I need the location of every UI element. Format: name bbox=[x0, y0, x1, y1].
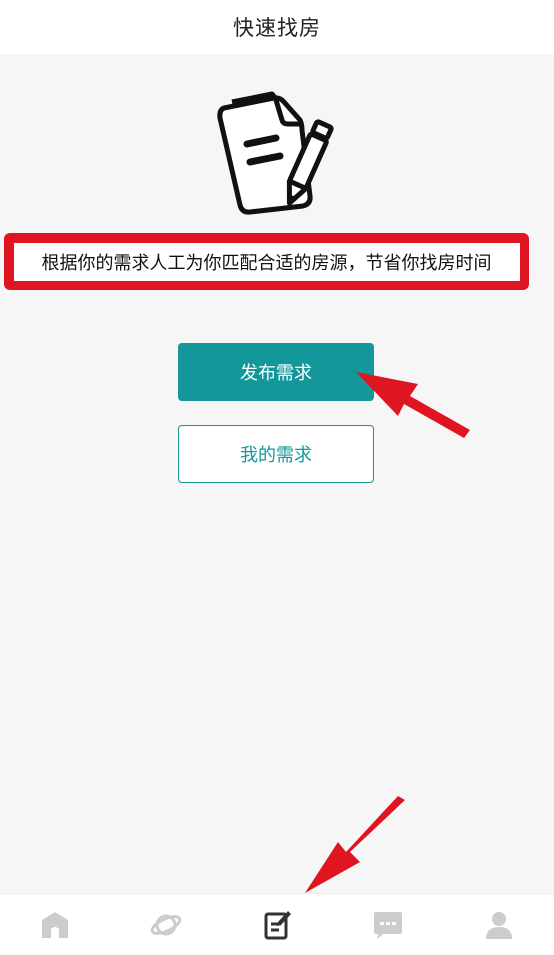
arrow-to-tab-icon bbox=[305, 796, 405, 893]
planet-icon bbox=[150, 914, 182, 935]
description-highlight: 根据你的需求人工为你匹配合适的房源，节省你找房时间 bbox=[4, 233, 529, 290]
tab-profile[interactable] bbox=[443, 894, 554, 955]
user-icon bbox=[485, 911, 512, 939]
tab-quick-find[interactable] bbox=[222, 894, 333, 955]
tab-discover[interactable] bbox=[111, 894, 222, 955]
home-icon bbox=[42, 911, 69, 938]
publish-request-button[interactable]: 发布需求 bbox=[178, 343, 374, 401]
chat-icon bbox=[373, 911, 402, 939]
edit-document-icon bbox=[264, 910, 291, 939]
tab-messages[interactable] bbox=[332, 894, 443, 955]
tab-home[interactable] bbox=[0, 894, 111, 955]
header-bar: 快速找房 bbox=[0, 0, 554, 54]
my-requests-button[interactable]: 我的需求 bbox=[178, 425, 374, 483]
description-text: 根据你的需求人工为你匹配合适的房源，节省你找房时间 bbox=[13, 242, 520, 281]
bottom-tab-bar bbox=[0, 893, 554, 955]
page-title: 快速找房 bbox=[233, 16, 321, 40]
document-pencil-icon bbox=[210, 86, 345, 216]
